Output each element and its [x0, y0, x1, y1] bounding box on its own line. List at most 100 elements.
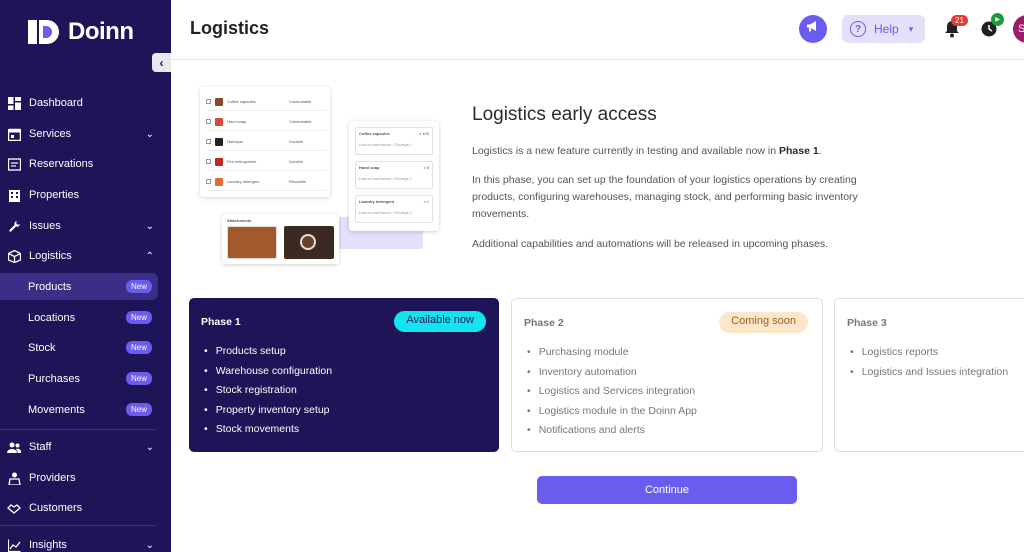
sidebar-item-issues[interactable]: Issues ⌄	[0, 212, 158, 240]
sidebar-item-label: Providers	[29, 472, 76, 484]
stock-cards-panel: Coffee capsules x 100 Lisbon warehouse / …	[349, 121, 439, 231]
list-item: Logistics and Services integration	[539, 382, 697, 402]
stock-card: Laundry detergent x 1 Lisbon warehouse / …	[355, 195, 433, 223]
help-label: Help	[874, 22, 899, 36]
help-icon: ?	[850, 21, 866, 37]
stock-card: Coffee capsules x 100 Lisbon warehouse / …	[355, 127, 433, 155]
intro-paragraph-2: In this phase, you can set up the founda…	[472, 174, 858, 220]
reservations-icon	[7, 157, 21, 171]
sidebar-subitem-stock[interactable]: Stock New	[0, 334, 158, 361]
intro-title: Logistics early access	[472, 104, 657, 125]
notification-count-badge: 21	[951, 15, 968, 26]
sidebar-item-label: Logistics	[29, 250, 72, 262]
list-item: Logistics module in the Doinn App	[539, 402, 697, 422]
list-item: Warehouse configuration	[216, 362, 332, 382]
attachment-image-coffee	[284, 226, 334, 259]
table-row: Coffee capsules Consumable	[206, 93, 326, 111]
sidebar-item-properties[interactable]: Properties	[0, 181, 158, 209]
table-row: Hand soap Consumable	[206, 113, 326, 131]
sidebar-subitem-locations[interactable]: Locations New	[0, 304, 158, 331]
sidebar-subitem-products[interactable]: Products New	[0, 273, 158, 300]
list-item: Inventory automation	[539, 363, 697, 383]
chevron-up-icon: ⌃	[145, 250, 154, 262]
chevron-down-icon: ▾	[908, 23, 914, 34]
sidebar-subitem-movements[interactable]: Movements New	[0, 396, 158, 423]
attachment-image-box	[227, 226, 277, 259]
chevron-down-icon: ⌄	[145, 539, 154, 551]
top-header: Logistics ? Help ▾ 21 ▶ S	[171, 0, 1024, 60]
list-item: Notifications and alerts	[539, 421, 697, 441]
phase-title: Phase 2	[524, 317, 564, 329]
chevron-left-icon: ‹	[159, 55, 164, 70]
wrench-icon	[7, 219, 21, 233]
sidebar-item-insights[interactable]: Insights ⌄	[0, 531, 158, 552]
sidebar-item-providers[interactable]: Providers	[0, 464, 158, 492]
sidebar-item-label: Staff	[29, 441, 52, 453]
phase-feature-list: Purchasing module Inventory automation L…	[539, 343, 697, 441]
phase-feature-list: Logistics reports Logistics and Issues i…	[862, 343, 1009, 382]
logistics-illustration: Coffee capsules Consumable Hand soap Consu…	[198, 87, 439, 267]
play-icon: ▶	[991, 13, 1004, 26]
stock-card: Hand soap x 5 Lisbon warehouse / Storage …	[355, 161, 433, 189]
sidebar-item-services[interactable]: Services ⌄	[0, 120, 158, 148]
sidebar-item-label: Properties	[29, 189, 80, 201]
sidebar-item-staff[interactable]: Staff ⌄	[0, 433, 158, 461]
list-item: Logistics reports	[862, 343, 1008, 363]
sidebar-subitem-purchases[interactable]: Purchases New	[0, 365, 158, 392]
chevron-down-icon: ⌄	[145, 441, 154, 453]
phase-3-card: Phase 3 Logistics reports Logistics and …	[834, 298, 1024, 452]
phase-2-card: Phase 2 Coming soon Purchasing module In…	[511, 298, 823, 452]
new-badge: New	[125, 311, 152, 324]
collapse-sidebar-button[interactable]: ‹	[152, 53, 171, 72]
sidebar-item-label: Issues	[29, 220, 61, 232]
attachments-card: Attachments	[222, 214, 339, 264]
products-table-card: Coffee capsules Consumable Hand soap Consu…	[200, 87, 330, 197]
new-badge: New	[125, 341, 152, 354]
sidebar-item-logistics[interactable]: Logistics ⌃	[0, 242, 158, 270]
people-icon	[7, 440, 21, 454]
sidebar-item-label: Products	[28, 280, 72, 293]
handshake-icon	[7, 501, 21, 515]
building-icon	[7, 188, 21, 202]
attachments-label: Attachments	[227, 218, 252, 223]
intro-paragraph-1: Logistics is a new feature currently in …	[472, 145, 822, 157]
new-badge: New	[125, 280, 152, 293]
table-row: Hairdryer Durable	[206, 133, 326, 151]
providers-icon	[7, 471, 21, 485]
megaphone-icon	[806, 20, 820, 38]
brand-logo[interactable]: Doinn	[28, 18, 134, 46]
help-dropdown[interactable]: ? Help ▾	[842, 15, 925, 43]
list-item: Stock registration	[216, 381, 332, 401]
sidebar-item-label: Stock	[28, 341, 56, 354]
doinn-logo-icon	[28, 18, 62, 46]
sidebar-item-label: Purchases	[28, 372, 80, 385]
avatar[interactable]: S	[1013, 15, 1024, 43]
sidebar-item-customers[interactable]: Customers	[0, 494, 158, 522]
sidebar-item-label: Movements	[28, 403, 85, 416]
sidebar-divider	[0, 525, 156, 526]
phase-title: Phase 1	[201, 316, 241, 328]
calendar-icon	[7, 127, 21, 141]
list-item: Property inventory setup	[216, 401, 332, 421]
chevron-down-icon: ⌄	[145, 220, 154, 232]
intro-paragraph-3: Additional capabilities and automations …	[472, 238, 829, 250]
sidebar: Doinn ‹ Dashboard Services ⌄ Reservation…	[0, 0, 171, 552]
sidebar-item-reservations[interactable]: Reservations	[0, 150, 158, 178]
sidebar-item-label: Reservations	[29, 158, 94, 170]
continue-button[interactable]: Continue	[537, 476, 797, 504]
announcements-button[interactable]	[799, 15, 827, 43]
coming-soon-badge: Coming soon	[719, 312, 808, 333]
page-title: Logistics	[190, 18, 270, 38]
sidebar-item-label: Customers	[29, 502, 83, 514]
brand-name: Doinn	[68, 18, 134, 45]
table-row: Fire extinguisher Durable	[206, 153, 326, 171]
sidebar-item-label: Insights	[29, 539, 67, 551]
sidebar-item-dashboard[interactable]: Dashboard	[0, 89, 158, 117]
list-item: Purchasing module	[539, 343, 697, 363]
sidebar-item-label: Locations	[28, 311, 76, 324]
chart-line-icon	[7, 538, 21, 552]
available-now-badge: Available now	[394, 311, 486, 332]
list-item: Stock movements	[216, 420, 332, 440]
new-badge: New	[125, 403, 152, 416]
sidebar-item-label: Dashboard	[29, 97, 83, 109]
